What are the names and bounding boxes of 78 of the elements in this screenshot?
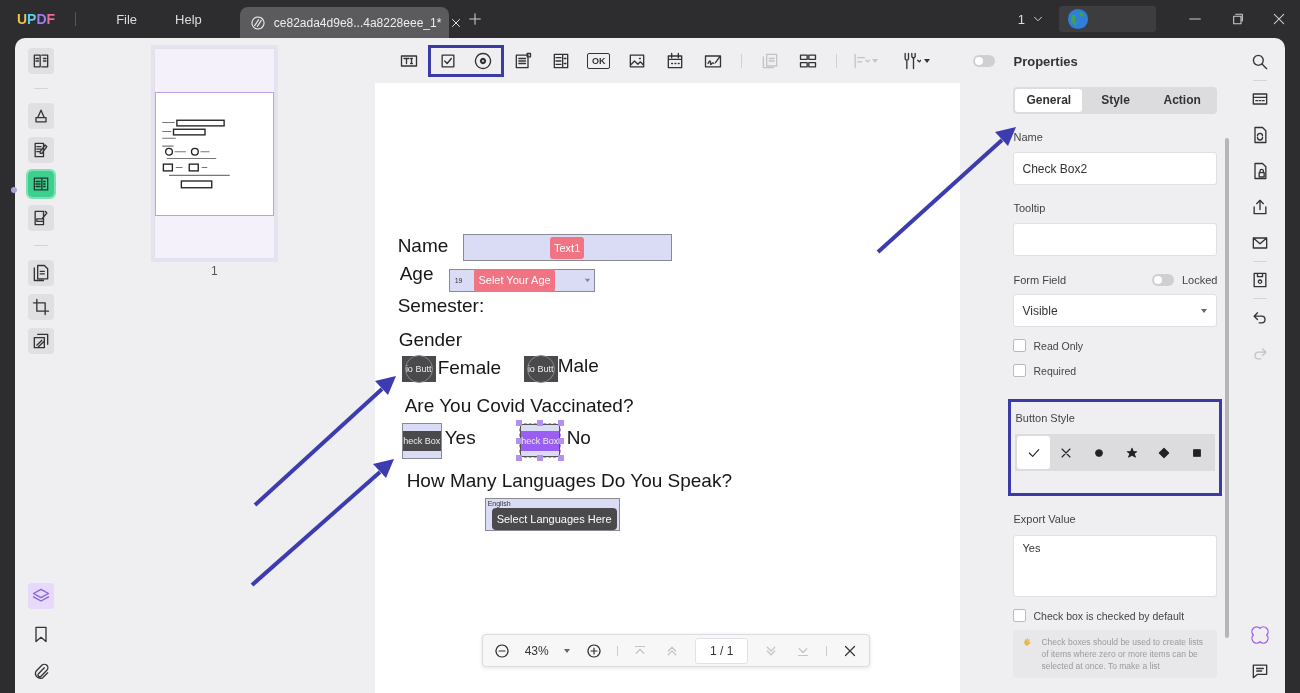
toggle-label: Locked bbox=[1182, 274, 1218, 286]
active-indicator bbox=[11, 187, 17, 193]
caret-icon bbox=[870, 56, 879, 65]
caret-icon bbox=[922, 56, 931, 65]
form-label: Name bbox=[397, 235, 449, 257]
scrollbar[interactable] bbox=[1225, 138, 1230, 638]
form-label: Male bbox=[557, 355, 599, 377]
note-text: Check boxes should be used to create lists of items where zero or more items can be selected at once. To make a list bbox=[1041, 636, 1205, 672]
toggle-switch[interactable] bbox=[973, 54, 996, 67]
checkbox-label: Required bbox=[1033, 364, 1077, 377]
checkbox[interactable] bbox=[1013, 609, 1027, 622]
search-icon[interactable] bbox=[1250, 52, 1270, 72]
account-button[interactable] bbox=[1059, 6, 1156, 32]
form-label: How Many Languages Do You Speak? bbox=[406, 470, 732, 492]
toolbar-button[interactable] bbox=[427, 44, 466, 77]
field-label: Name bbox=[1013, 131, 1044, 143]
toolbar-button[interactable] bbox=[465, 44, 504, 77]
form-label: No bbox=[566, 427, 591, 449]
app-logo: UPDF bbox=[17, 11, 56, 27]
tab[interactable]: Action bbox=[1148, 89, 1216, 112]
tab[interactable]: Style bbox=[1082, 89, 1149, 112]
visibility-dropdown[interactable]: Visible bbox=[1013, 294, 1218, 327]
crop-icon bbox=[30, 297, 51, 317]
tool-button[interactable] bbox=[27, 48, 54, 74]
document-icon bbox=[249, 14, 266, 31]
form-label: Female bbox=[437, 357, 501, 379]
field-label: Button Style bbox=[1015, 412, 1076, 424]
field-tag: Selet Your Age bbox=[474, 269, 555, 292]
checkbox-field[interactable]: heck Box bbox=[401, 423, 442, 459]
page-number: 1 bbox=[210, 264, 218, 278]
checkbox-label: Check box is checked by default bbox=[1033, 609, 1185, 622]
tab[interactable]: General bbox=[1015, 89, 1083, 112]
checkbox[interactable] bbox=[1013, 339, 1027, 352]
zoom-in-icon[interactable] bbox=[584, 641, 603, 660]
radio-button-field[interactable]: io Butt bbox=[401, 356, 436, 382]
panel-title: Properties bbox=[1013, 54, 1079, 69]
hand-icon bbox=[1021, 636, 1034, 648]
checkbox-field[interactable]: heck Box bbox=[519, 424, 560, 457]
caret-icon bbox=[583, 277, 591, 284]
form-label: Are You Covid Vaccinated? bbox=[404, 395, 634, 417]
form-label: Age bbox=[399, 263, 434, 285]
tooltip-field[interactable] bbox=[1013, 223, 1218, 256]
close-window-icon[interactable] bbox=[1271, 11, 1287, 27]
toggle-switch[interactable] bbox=[1152, 274, 1174, 286]
export-value-field[interactable]: Yes bbox=[1013, 535, 1218, 597]
field-label: Tooltip bbox=[1013, 202, 1047, 214]
tool-button[interactable] bbox=[27, 205, 54, 231]
tool-button[interactable] bbox=[27, 260, 54, 286]
zoom-out-icon[interactable] bbox=[492, 641, 511, 660]
name-field[interactable]: Check Box2 bbox=[1013, 152, 1218, 185]
page-field[interactable]: 1 / 1 bbox=[694, 637, 749, 664]
flower-logo-icon[interactable] bbox=[1250, 625, 1270, 645]
tool-button[interactable] bbox=[27, 137, 54, 163]
field-label: Export Value bbox=[1013, 513, 1077, 525]
form-label: Gender bbox=[398, 329, 462, 351]
tool-button[interactable] bbox=[27, 328, 54, 354]
field-tag: Text1 bbox=[550, 236, 585, 259]
radio-button-field[interactable]: io Butt bbox=[523, 356, 558, 382]
menu-item[interactable]: Help bbox=[175, 11, 202, 27]
checkbox[interactable] bbox=[1013, 364, 1027, 377]
page-selector[interactable]: 1 bbox=[1017, 11, 1045, 27]
tool-button[interactable] bbox=[27, 103, 54, 129]
checkbox-label: Read Only bbox=[1033, 339, 1084, 352]
caret-icon[interactable] bbox=[562, 646, 571, 655]
avatar-icon bbox=[1067, 8, 1089, 30]
form-label: Semester: bbox=[397, 295, 485, 317]
tool-button[interactable] bbox=[27, 171, 54, 197]
tool-button[interactable] bbox=[27, 294, 54, 320]
menu-item[interactable]: File bbox=[116, 11, 138, 27]
radio-button-icon bbox=[473, 50, 494, 71]
page-thumbnail[interactable] bbox=[153, 48, 275, 259]
form-label: Yes bbox=[444, 427, 476, 449]
toolbar-button[interactable]: OK bbox=[579, 44, 618, 77]
new-tab-icon[interactable] bbox=[466, 11, 483, 27]
field-label: Form Field bbox=[1013, 274, 1067, 286]
zoom-level[interactable]: 43% bbox=[524, 643, 549, 658]
caret-icon bbox=[1200, 306, 1209, 315]
tooltip: Select Languages Here bbox=[491, 508, 617, 530]
